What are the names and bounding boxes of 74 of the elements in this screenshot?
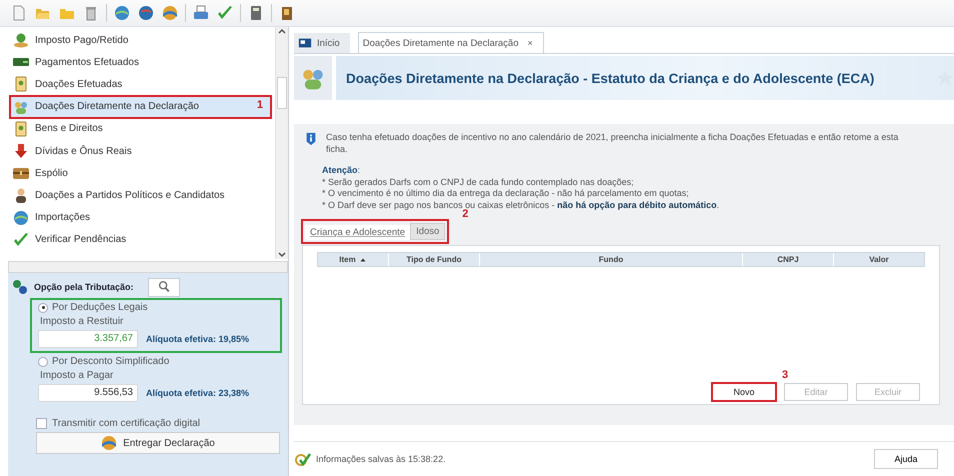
tab[interactable]: Idoso — [410, 223, 446, 240]
close-icon[interactable]: × — [528, 38, 533, 48]
calculator-icon[interactable] — [248, 5, 264, 21]
amount-field[interactable]: 3.357,67 — [38, 330, 138, 348]
info-text: Caso tenha efetuado doações de incentivo no ano calendário de 2021, preencha inicialmente a ficha Doações Efetuadas e então retome a esta ficha. — [326, 132, 900, 155]
tab[interactable]: Início — [294, 33, 350, 53]
amount-field[interactable]: 9.556,53 — [38, 384, 138, 402]
notice-line: * O vencimento é no último dia da entrega da declaração - não há parcelamento em quotas; — [322, 188, 690, 200]
info-icon — [304, 132, 318, 146]
column-header[interactable]: Item — [318, 253, 389, 266]
globe-icon[interactable] — [162, 5, 178, 21]
section-label: Opção pela Tributação: — [34, 282, 134, 292]
column-header[interactable]: CNPJ — [743, 253, 834, 266]
nav-item[interactable]: Doações Diretamente na Declaração 1 — [10, 96, 271, 118]
rate-label: Alíquota efetiva: 19,85% — [146, 334, 250, 344]
nav-item[interactable]: Espólio — [10, 162, 271, 184]
check-icon — [13, 232, 29, 248]
nav-item[interactable]: Verificar Pendências — [10, 228, 271, 251]
column-header[interactable]: Valor — [834, 253, 924, 266]
globe-icon[interactable] — [114, 5, 130, 21]
radio-button[interactable] — [38, 356, 48, 366]
scrollbar[interactable] — [8, 261, 288, 273]
annotation-number: 3 — [782, 369, 786, 381]
globe-icon — [101, 435, 118, 451]
field-label: Imposto a Pagar — [39, 370, 114, 381]
rate-label: Alíquota efetiva: 23,38% — [146, 388, 250, 398]
check-icon[interactable] — [217, 5, 233, 21]
globe-icon — [13, 210, 29, 226]
search-button[interactable] — [148, 278, 180, 296]
nav-item[interactable]: Importações — [10, 206, 271, 229]
printer-icon[interactable] — [193, 5, 209, 21]
trash-icon[interactable] — [83, 5, 99, 21]
colon-text: : — [358, 165, 360, 175]
button[interactable]: Novo — [712, 383, 776, 401]
checkbox[interactable] — [36, 418, 47, 429]
chest-icon — [13, 165, 29, 182]
annotation-number: 2 — [462, 208, 468, 220]
nav-item[interactable]: Pagamentos Efetuados — [10, 51, 271, 74]
scroll-down-icon[interactable] — [278, 251, 286, 259]
nav-item[interactable]: Bens e Direitos — [10, 118, 271, 140]
option-label: Por Desconto Simplificado — [52, 356, 170, 367]
annotation-number: 1 — [256, 98, 263, 111]
globe-icon[interactable] — [138, 5, 154, 21]
field-label: Imposto a Restituir — [39, 316, 124, 327]
attention-title: Atenção — [322, 165, 358, 175]
nav-item[interactable]: Doações Efetuadas — [10, 73, 271, 96]
person-icon — [13, 187, 29, 204]
radio-button[interactable] — [38, 302, 48, 312]
column-header[interactable]: Fundo — [480, 253, 743, 266]
tab[interactable]: Doações Diretamente na Declaração × — [358, 32, 544, 53]
nav-item[interactable]: Doações a Partidos Políticos e Candidatos — [10, 184, 271, 206]
home-icon — [298, 36, 312, 50]
checkbox-label: Transmitir com certificação digital — [52, 418, 200, 429]
option-label: Por Deduções Legais — [52, 302, 148, 313]
notice-line: * O Darf deve ser pago nos bancos ou caixas eletrônicos - não há opção para débito automático. — [322, 200, 720, 210]
scrollbar[interactable] — [275, 27, 288, 259]
note-icon — [13, 120, 29, 137]
scroll-up-icon[interactable] — [278, 27, 286, 35]
nav-item[interactable]: Dívidas e Ônus Reais — [10, 140, 271, 162]
book-icon[interactable] — [279, 5, 295, 21]
down-arrow-icon — [13, 143, 29, 160]
note-icon — [13, 76, 29, 92]
notice-line: * Serão gerados Darfs com o CNPJ de cada fundo contemplado nas doações; — [322, 176, 635, 188]
saved-check-icon — [294, 451, 312, 467]
submit-button[interactable]: Entregar Declaração — [36, 432, 280, 454]
new-document-icon[interactable] — [11, 5, 27, 21]
nav-item[interactable]: Imposto Pago/Retido — [10, 29, 271, 52]
scroll-thumb[interactable] — [277, 77, 287, 109]
tab[interactable]: Criança e Adolescente — [305, 225, 410, 240]
search-icon — [156, 280, 171, 294]
column-header[interactable]: Tipo de Fundo — [389, 253, 480, 266]
status-text: Informações salvas às 15:38:22. — [316, 454, 447, 464]
page-title: Doações Diretamente na Declaração - Estatuto da Criança e do Adolescente (ECA) — [346, 70, 874, 86]
help-button[interactable]: Ajuda — [874, 449, 938, 469]
